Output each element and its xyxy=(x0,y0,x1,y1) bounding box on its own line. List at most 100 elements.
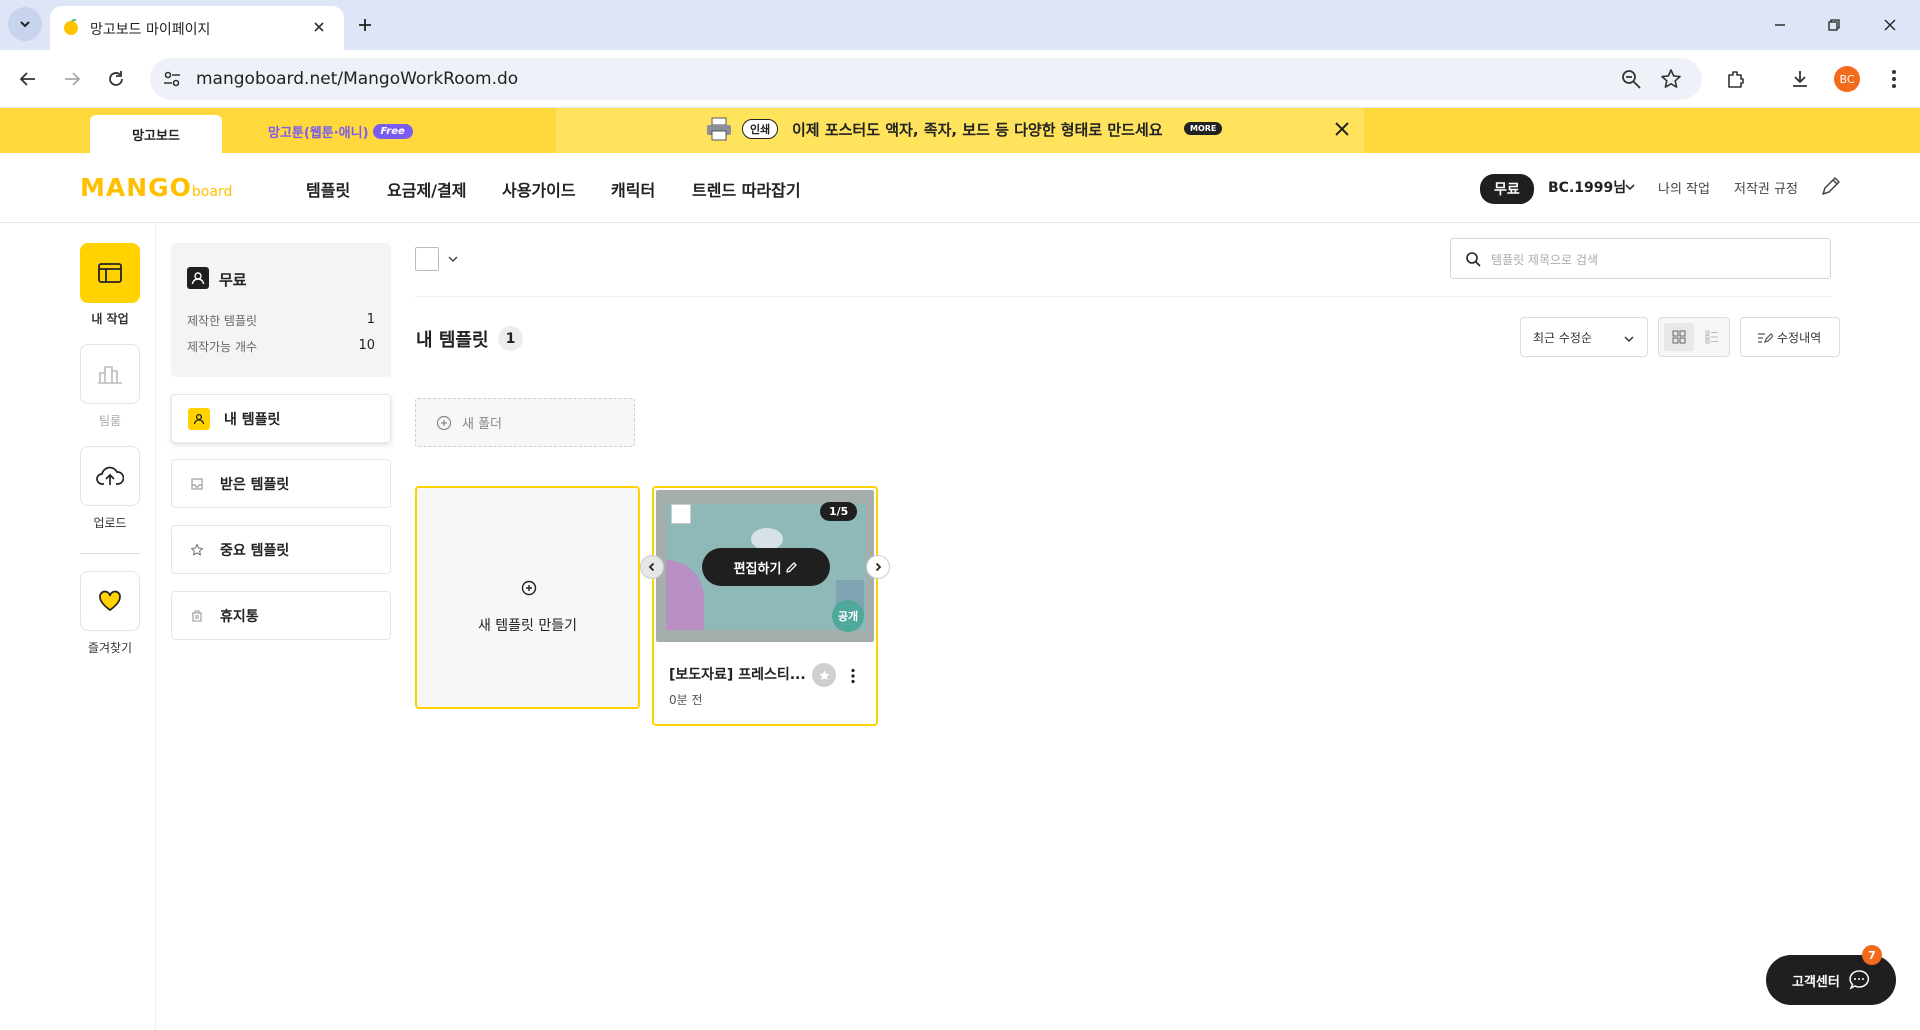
downloads-icon[interactable] xyxy=(1782,61,1818,97)
pencil-icon xyxy=(786,561,798,573)
mangoboard-logo[interactable]: MANGO board xyxy=(80,173,232,202)
more-options-icon[interactable] xyxy=(844,664,862,688)
template-search-input[interactable]: 템플릿 제목으로 검색 xyxy=(1450,238,1831,279)
person-icon xyxy=(188,407,210,430)
back-icon[interactable] xyxy=(10,61,46,97)
menu-received-templates[interactable]: 받은 템플릿 xyxy=(171,459,391,508)
banner-close-icon[interactable] xyxy=(1334,121,1350,137)
address-bar[interactable]: mangoboard.net/MangoWorkRoom.do xyxy=(150,58,1702,100)
tab-search-button[interactable] xyxy=(8,7,42,41)
site-header: MANGO board 템플릿 요금제/결제 사용가이드 캐릭터 트렌드 따라잡… xyxy=(0,153,1920,223)
nav-guide[interactable]: 사용가이드 xyxy=(502,177,576,201)
template-title[interactable]: [보도자료] 프레스티... xyxy=(669,664,809,684)
made-templates-label: 제작한 템플릿 xyxy=(187,314,258,328)
site-info-icon[interactable] xyxy=(162,69,182,89)
section-title: 내 템플릿 xyxy=(416,330,489,351)
more-badge: MORE xyxy=(1184,122,1223,135)
edit-history-icon xyxy=(1758,333,1773,343)
plan-badge: 무료 xyxy=(1480,174,1534,204)
select-all-checkbox[interactable] xyxy=(415,247,439,271)
edit-pen-icon[interactable] xyxy=(1820,175,1842,197)
new-template-label: 새 템플릿 만들기 xyxy=(477,618,578,634)
public-badge: 공개 xyxy=(832,600,864,632)
minimize-icon[interactable] xyxy=(1762,7,1798,43)
search-icon xyxy=(1465,251,1481,267)
zoom-icon[interactable] xyxy=(1620,68,1642,90)
window-close-icon[interactable] xyxy=(1872,7,1908,43)
forward-icon[interactable] xyxy=(54,61,90,97)
new-folder-label: 새 폴더 xyxy=(462,417,503,432)
plus-circle-icon xyxy=(521,580,537,596)
prev-page-arrow-icon[interactable] xyxy=(640,555,664,579)
logo-main: MANGO xyxy=(80,173,192,202)
browser-tab[interactable]: 망고보드 마이페이지 xyxy=(50,6,344,50)
grid-view-icon[interactable] xyxy=(1664,323,1694,351)
sort-select[interactable]: 최근 수정순 xyxy=(1520,317,1648,357)
bookmark-star-icon[interactable] xyxy=(1660,68,1682,90)
nav-trends[interactable]: 트렌드 따라잡기 xyxy=(692,177,801,201)
select-options-chevron-icon[interactable] xyxy=(448,254,458,264)
available-count-label: 제작가능 개수 xyxy=(187,340,258,354)
plus-circle-icon xyxy=(436,415,452,430)
template-time: 0분 전 xyxy=(669,693,703,707)
section-count-badge: 1 xyxy=(498,326,523,351)
my-work-link[interactable]: 나의 작업 xyxy=(1658,178,1710,197)
list-view-icon[interactable] xyxy=(1697,323,1727,351)
template-card[interactable]: 1/5 편집하기 공개 [보도자료] 프레스티... 0분 전 xyxy=(640,486,890,726)
profile-avatar[interactable]: BC xyxy=(1834,66,1860,92)
logo-sub: board xyxy=(191,184,233,200)
history-button[interactable]: 수정내역 xyxy=(1740,317,1840,357)
favorite-star-icon[interactable] xyxy=(812,663,836,687)
user-menu-chevron-icon[interactable] xyxy=(1624,181,1636,193)
copyright-link[interactable]: 저작권 규정 xyxy=(1734,178,1798,197)
edit-template-label: 편집하기 xyxy=(733,561,782,577)
banner-tab-mangoboard[interactable]: 망고보드 xyxy=(90,115,222,153)
search-placeholder: 템플릿 제목으로 검색 xyxy=(1491,253,1598,267)
thumbnail-robot xyxy=(751,528,783,550)
printer-icon xyxy=(706,117,732,141)
plan-card-title: 무료 xyxy=(219,271,247,289)
reload-icon[interactable] xyxy=(98,61,134,97)
free-badge: Free xyxy=(372,124,413,139)
tab-close-icon[interactable] xyxy=(308,16,330,38)
browser-menu-icon[interactable] xyxy=(1876,61,1912,97)
rail-favorites-button[interactable] xyxy=(80,571,140,631)
banner-tab-mangotoon[interactable]: 망고툰(웹툰·애니) Free xyxy=(268,122,413,141)
cloud-upload-icon xyxy=(96,466,124,485)
extensions-icon[interactable] xyxy=(1718,61,1754,97)
menu-received-templates-label: 받은 템플릿 xyxy=(220,476,290,493)
new-folder-button[interactable]: 새 폴더 xyxy=(415,398,635,447)
building-icon xyxy=(98,366,122,384)
sort-select-value: 최근 수정순 xyxy=(1533,330,1593,345)
menu-important-templates[interactable]: 중요 템플릿 xyxy=(171,525,391,574)
menu-trash[interactable]: 휴지통 xyxy=(171,591,391,640)
next-page-arrow-icon[interactable] xyxy=(866,555,890,579)
rail-favorites-label: 즐겨찾기 xyxy=(87,641,133,655)
rail-team-button[interactable] xyxy=(80,344,140,404)
restore-icon[interactable] xyxy=(1816,7,1852,43)
new-template-card[interactable]: 새 템플릿 만들기 xyxy=(415,486,640,709)
banner-message: 이제 포스터도 액자, 족자, 보드 등 다양한 형태로 만드세요 xyxy=(792,121,1163,139)
template-thumbnail[interactable]: 1/5 편집하기 공개 xyxy=(656,490,874,642)
nav-templates[interactable]: 템플릿 xyxy=(306,177,350,201)
template-select-checkbox[interactable] xyxy=(671,504,691,524)
view-toggle xyxy=(1658,317,1730,357)
made-templates-value: 1 xyxy=(366,312,375,327)
user-name[interactable]: BC.1999님 xyxy=(1548,177,1626,197)
toolbar-divider xyxy=(415,296,1831,297)
rail-upload-button[interactable] xyxy=(80,446,140,506)
history-button-label: 수정내역 xyxy=(1777,330,1822,345)
url-text[interactable]: mangoboard.net/MangoWorkRoom.do xyxy=(196,69,518,89)
nav-character[interactable]: 캐릭터 xyxy=(611,177,655,201)
nav-pricing[interactable]: 요금제/결제 xyxy=(387,177,466,201)
menu-my-templates[interactable]: 내 템플릿 xyxy=(171,394,391,443)
edit-template-button[interactable]: 편집하기 xyxy=(702,548,830,586)
mango-favicon-icon xyxy=(62,18,80,36)
menu-important-templates-label: 중요 템플릿 xyxy=(220,542,290,559)
banner-announcement[interactable]: 인쇄 이제 포스터도 액자, 족자, 보드 등 다양한 형태로 만드세요 MOR… xyxy=(556,108,1364,153)
layout-icon xyxy=(98,263,122,283)
menu-trash-label: 휴지통 xyxy=(220,608,259,625)
rail-my-work-button[interactable] xyxy=(80,243,140,303)
new-tab-icon[interactable] xyxy=(347,7,383,43)
banner-tab-mangotoon-label: 망고툰(웹툰·애니) xyxy=(268,126,369,141)
